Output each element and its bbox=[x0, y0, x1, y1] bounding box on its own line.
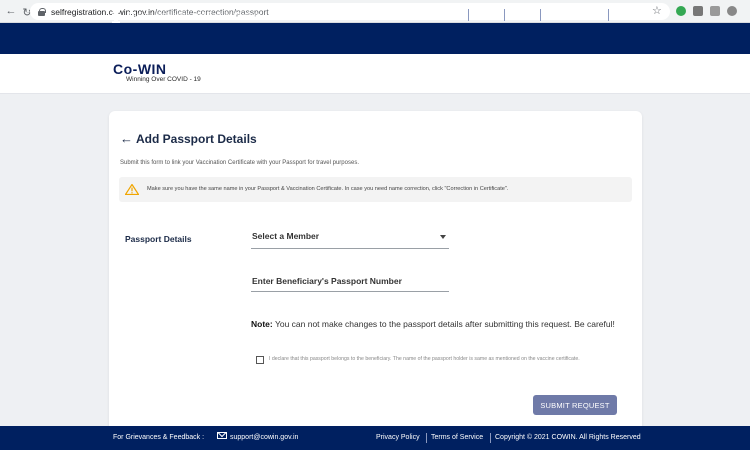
helpline-number[interactable]: 1075 bbox=[483, 11, 501, 20]
divider bbox=[540, 9, 541, 21]
passport-number-input[interactable] bbox=[251, 270, 449, 292]
extension-icon[interactable] bbox=[676, 6, 686, 16]
note-text: Note: You can not make changes to the pa… bbox=[251, 319, 621, 330]
note-body: You can not make changes to the passport… bbox=[274, 319, 615, 329]
phone-icon: ✆ bbox=[473, 11, 480, 20]
star-icon[interactable]: ☆ bbox=[652, 4, 662, 17]
note-label: Note: bbox=[251, 319, 273, 329]
back-icon[interactable]: ← bbox=[3, 3, 19, 19]
member-select-value[interactable]: Select a Member bbox=[252, 231, 319, 241]
warning-text: Make sure you have the same name in your… bbox=[147, 186, 509, 192]
emblem-icon bbox=[112, 7, 120, 23]
divider bbox=[608, 9, 609, 21]
gov-header bbox=[0, 23, 750, 54]
grievance-label: For Grievances & Feedback : bbox=[113, 434, 205, 441]
cowin-logo[interactable]: Co-WIN bbox=[113, 61, 167, 77]
extension-icon[interactable] bbox=[727, 6, 737, 16]
support-email-link[interactable]: support@cowin.gov.in bbox=[230, 434, 298, 441]
lock-icon bbox=[38, 7, 46, 16]
privacy-policy-link[interactable]: Privacy Policy bbox=[376, 434, 420, 441]
form-subtitle: Submit this form to link your Vaccinatio… bbox=[120, 160, 359, 166]
page-title: Add Passport Details bbox=[136, 132, 257, 146]
divider bbox=[468, 9, 469, 21]
footer: For Grievances & Feedback : support@cowi… bbox=[0, 426, 750, 450]
font-increase-button[interactable]: A+ bbox=[552, 9, 561, 16]
ministry-title: Ministry of Health and Family Welfare bbox=[128, 11, 261, 20]
back-arrow-icon[interactable]: ← bbox=[120, 131, 133, 146]
declaration-text: I declare that this passport belongs to … bbox=[269, 356, 580, 362]
mail-icon bbox=[217, 432, 227, 439]
font-normal-button[interactable]: A bbox=[574, 9, 579, 16]
declaration-checkbox[interactable] bbox=[256, 356, 264, 364]
copyright: Copyright © 2021 COWIN. All Rights Reser… bbox=[495, 434, 641, 441]
extension-icon[interactable] bbox=[693, 6, 703, 16]
divider bbox=[426, 433, 427, 443]
divider bbox=[504, 9, 505, 21]
passport-details-label: Passport Details bbox=[125, 234, 192, 244]
warning-icon bbox=[125, 184, 139, 195]
divider bbox=[490, 433, 491, 443]
logout-link[interactable]: Logout bbox=[616, 11, 640, 20]
terms-link[interactable]: Terms of Service bbox=[431, 434, 483, 441]
chevron-down-icon[interactable] bbox=[440, 235, 446, 239]
submit-request-button[interactable]: SUBMIT REQUEST bbox=[533, 395, 617, 415]
tagline: Winning Over COVID - 19 bbox=[126, 76, 201, 83]
extension-icon[interactable] bbox=[710, 6, 720, 16]
language-select[interactable]: English bbox=[509, 11, 538, 20]
faq-link[interactable]: FAQ bbox=[449, 11, 465, 20]
font-decrease-button[interactable]: A- bbox=[591, 9, 598, 16]
